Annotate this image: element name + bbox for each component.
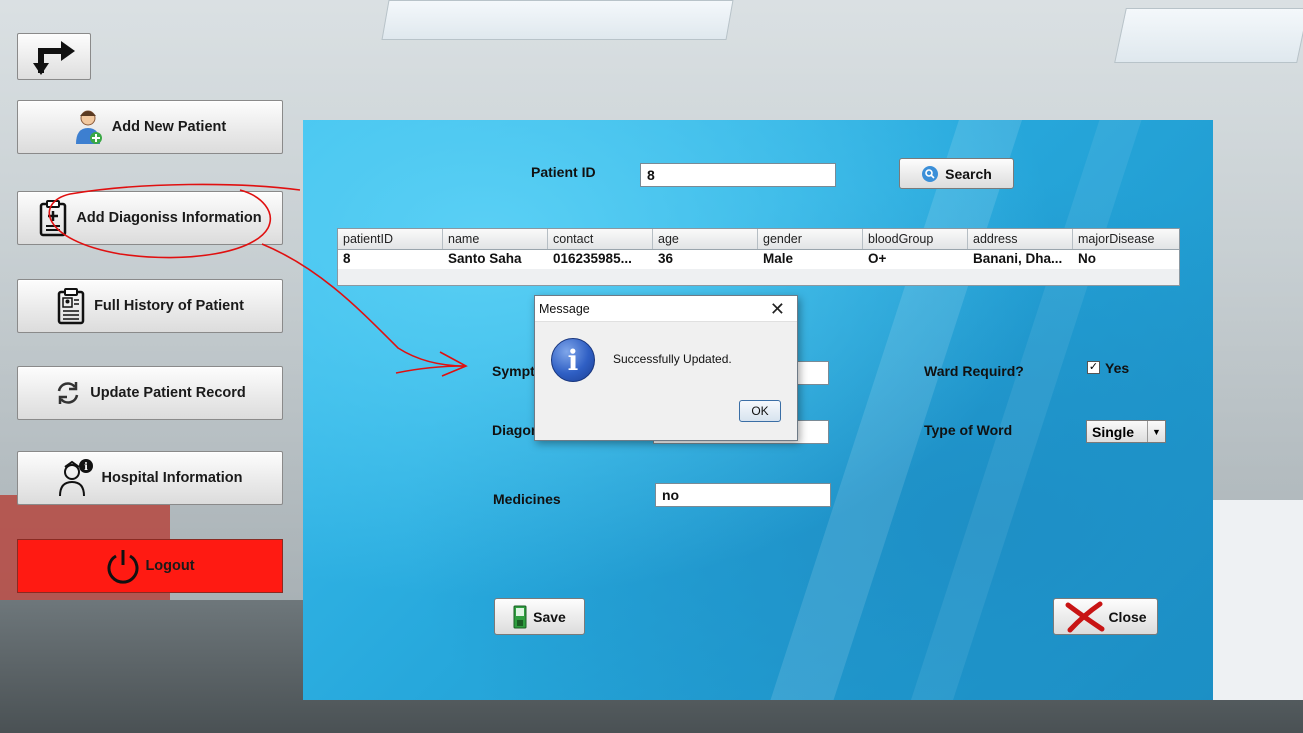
save-button[interactable]: Save [494, 598, 585, 635]
table-header: patientID name contact age gender bloodG… [338, 229, 1179, 250]
ok-button[interactable]: OK [739, 400, 781, 422]
ward-required-option-label: Yes [1105, 360, 1130, 376]
refresh-icon [58, 382, 79, 404]
patient-add-icon [75, 110, 102, 144]
close-button[interactable]: Close [1053, 598, 1158, 635]
patient-id-label: Patient ID [531, 164, 596, 180]
ward-required-label: Ward Requird? [924, 363, 1024, 379]
table-cell: Male [763, 251, 794, 266]
sidebar-item-add-diagnosis-information[interactable]: Add Diagoniss Information [17, 191, 283, 245]
close-icon[interactable]: ✕ [762, 300, 793, 318]
background-ceiling-light [1114, 8, 1303, 63]
panel-fabric-fold [759, 120, 1027, 700]
clipboard-plus-icon [40, 200, 67, 237]
turn-arrow-icon [33, 40, 75, 75]
save-button-label: Save [533, 608, 566, 625]
medicines-label: Medicines [493, 491, 561, 507]
svg-text:i: i [84, 462, 88, 473]
power-icon [107, 550, 139, 584]
sidebar-item-label: Update Patient Record [90, 385, 246, 401]
dialog-title: Message [539, 301, 590, 316]
sidebar-item-label: Add Diagoniss Information [76, 210, 262, 226]
info-icon: i [551, 338, 595, 382]
sidebar-item-hospital-information[interactable]: i Hospital Information [17, 451, 283, 505]
close-icon [1065, 601, 1105, 632]
table-cell: Banani, Dha... [973, 251, 1063, 266]
save-icon [513, 605, 527, 628]
sidebar-item-update-patient-record[interactable]: Update Patient Record [17, 366, 283, 420]
chevron-down-icon: ▼ [1147, 421, 1165, 442]
column-header[interactable]: patientID [338, 229, 443, 249]
table-cell: 36 [658, 251, 674, 266]
logout-label: Logout [145, 558, 195, 574]
sidebar-item-add-new-patient[interactable]: Add New Patient [17, 100, 283, 154]
id-clipboard-icon [57, 288, 85, 325]
table-cell: Santo Saha [448, 251, 522, 266]
search-button-label: Search [945, 165, 992, 182]
patient-table: patientID name contact age gender bloodG… [337, 228, 1180, 286]
column-header[interactable]: bloodGroup [863, 229, 968, 249]
back-button[interactable] [17, 33, 91, 80]
patient-id-input[interactable]: 8 [640, 163, 836, 187]
search-button[interactable]: Search [899, 158, 1014, 189]
logout-button[interactable]: Logout [17, 539, 283, 593]
table-cell: 016235985... [553, 251, 632, 266]
sidebar-item-label: Hospital Information [101, 470, 243, 486]
symptom-label: Sympt [492, 363, 535, 379]
background-ceiling-light [381, 0, 734, 40]
medicines-input[interactable]: no [655, 483, 831, 507]
table-row[interactable]: 8 Santo Saha 016235985... 36 Male O+ Ban… [338, 250, 1179, 269]
ward-required-checkbox[interactable]: ✓ [1087, 361, 1100, 374]
close-button-label: Close [1108, 608, 1147, 625]
column-header[interactable]: address [968, 229, 1073, 249]
column-header[interactable]: majorDisease [1073, 229, 1179, 249]
column-header[interactable]: name [443, 229, 548, 249]
message-dialog: Message ✕ i Successfully Updated. OK [534, 295, 798, 441]
sidebar-item-full-history[interactable]: Full History of Patient [17, 279, 283, 333]
nurse-info-icon: i [58, 459, 93, 497]
sidebar-item-label: Add New Patient [111, 119, 227, 135]
column-header[interactable]: contact [548, 229, 653, 249]
ward-type-select[interactable]: Single ▼ [1086, 420, 1166, 443]
table-cell: O+ [868, 251, 887, 266]
dialog-title-bar: Message ✕ [535, 296, 797, 322]
ward-type-value: Single [1092, 424, 1135, 440]
column-header[interactable]: age [653, 229, 758, 249]
column-header[interactable]: gender [758, 229, 863, 249]
table-cell: No [1078, 251, 1096, 266]
background-bed [1213, 500, 1303, 700]
sidebar-item-label: Full History of Patient [94, 298, 244, 314]
search-icon [922, 165, 939, 182]
dialog-message: Successfully Updated. [613, 352, 732, 366]
ward-type-label: Type of Word [924, 422, 1013, 438]
table-cell: 8 [343, 251, 351, 266]
diagnosis-label: Diagor [492, 422, 537, 438]
